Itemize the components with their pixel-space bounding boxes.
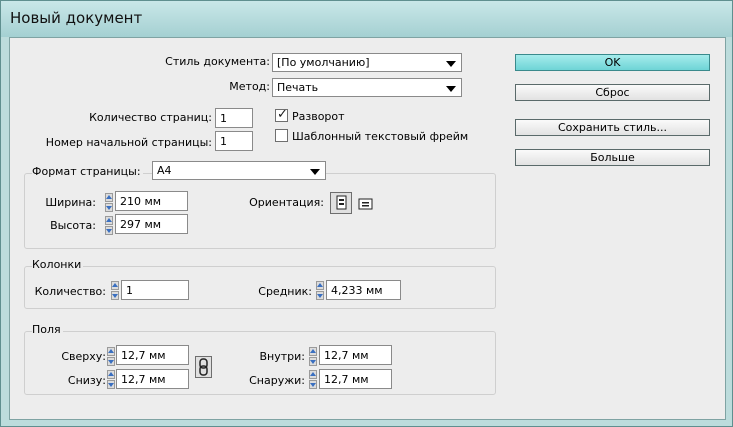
width-input[interactable]: 210 мм	[115, 191, 188, 211]
pages-count-label: Количество страниц:	[89, 111, 212, 124]
master-text-frame-label: Шаблонный текстовый фрейм	[292, 130, 469, 143]
margin-top-stepper[interactable]	[107, 347, 115, 366]
save-style-button[interactable]: Сохранить стиль...	[515, 119, 710, 136]
decrement-icon[interactable]	[105, 226, 113, 235]
document-style-value: [По умолчанию]	[277, 56, 370, 69]
page-size-value: A4	[157, 164, 172, 177]
margin-outside-label: Снаружи:	[249, 374, 305, 387]
decrement-icon[interactable]	[316, 291, 324, 300]
column-count-stepper[interactable]	[111, 281, 119, 300]
decrement-icon[interactable]	[105, 203, 113, 212]
method-value: Печать	[277, 81, 319, 94]
start-page-input[interactable]: 1	[215, 131, 253, 151]
margin-top-input[interactable]: 12,7 мм	[116, 345, 189, 365]
margin-inside-input[interactable]: 12,7 мм	[319, 345, 392, 365]
page-size-group	[24, 173, 496, 249]
method-label: Метод:	[229, 80, 270, 93]
page-size-label: Формат страницы:	[32, 165, 143, 178]
increment-icon[interactable]	[107, 347, 115, 356]
width-label: Ширина:	[45, 196, 96, 209]
landscape-icon	[358, 198, 373, 210]
gutter-label: Средник:	[258, 285, 312, 298]
decrement-icon[interactable]	[309, 357, 317, 366]
facing-pages-label: Разворот	[292, 110, 345, 123]
link-margins-button[interactable]	[195, 356, 212, 378]
new-document-dialog: Новый документ Стиль документа: [По умол…	[0, 0, 733, 427]
decrement-icon[interactable]	[107, 357, 115, 366]
document-style-label: Стиль документа:	[165, 55, 270, 68]
dialog-content: Стиль документа: [По умолчанию] Метод: П…	[9, 37, 726, 420]
width-stepper[interactable]	[105, 193, 113, 212]
margin-outside-input[interactable]: 12,7 мм	[319, 369, 392, 389]
increment-icon[interactable]	[309, 370, 317, 379]
column-count-label: Количество:	[34, 285, 106, 298]
gutter-stepper[interactable]	[316, 281, 324, 300]
title-bar[interactable]: Новый документ	[1, 1, 732, 37]
landscape-orientation-button[interactable]	[356, 194, 376, 214]
chevron-down-icon	[446, 86, 456, 92]
decrement-icon[interactable]	[309, 380, 317, 389]
height-label: Высота:	[50, 219, 96, 232]
facing-pages-checkbox[interactable]: ✓	[275, 107, 288, 122]
dialog-title: Новый документ	[10, 9, 143, 27]
margin-bottom-input[interactable]: 12,7 мм	[116, 369, 189, 389]
column-count-input[interactable]: 1	[121, 280, 189, 300]
height-input[interactable]: 297 мм	[115, 214, 188, 234]
portrait-icon	[336, 195, 347, 210]
increment-icon[interactable]	[107, 370, 115, 379]
chevron-down-icon	[446, 61, 456, 67]
increment-icon[interactable]	[316, 281, 324, 290]
margin-inside-label: Внутри:	[259, 350, 306, 363]
pages-count-input[interactable]: 1	[215, 108, 253, 128]
start-page-label: Номер начальной страницы:	[45, 136, 212, 149]
portrait-orientation-button[interactable]	[330, 192, 352, 214]
margin-bottom-label: Снизу:	[67, 374, 106, 387]
margin-inside-stepper[interactable]	[309, 347, 317, 366]
columns-section-title: Колонки	[32, 258, 84, 271]
orientation-label: Ориентация:	[249, 196, 324, 209]
checkmark-icon: ✓	[277, 107, 288, 122]
chain-link-icon	[199, 358, 208, 376]
reset-button[interactable]: Сброс	[515, 84, 710, 101]
master-text-frame-checkbox[interactable]	[275, 129, 288, 142]
margin-bottom-stepper[interactable]	[107, 370, 115, 389]
more-options-button[interactable]: Больше	[515, 149, 710, 166]
method-dropdown[interactable]: Печать	[272, 78, 462, 97]
increment-icon[interactable]	[105, 216, 113, 225]
margins-section-title: Поля	[32, 323, 63, 336]
ok-button[interactable]: OK	[515, 54, 710, 71]
height-stepper[interactable]	[105, 216, 113, 235]
document-style-dropdown[interactable]: [По умолчанию]	[272, 53, 462, 72]
gutter-input[interactable]: 4,233 мм	[326, 280, 401, 300]
page-size-dropdown[interactable]: A4	[152, 161, 326, 180]
increment-icon[interactable]	[309, 347, 317, 356]
margin-top-label: Сверху:	[61, 350, 106, 363]
increment-icon[interactable]	[105, 193, 113, 202]
chevron-down-icon	[310, 169, 320, 175]
decrement-icon[interactable]	[111, 291, 119, 300]
increment-icon[interactable]	[111, 281, 119, 290]
decrement-icon[interactable]	[107, 380, 115, 389]
margin-outside-stepper[interactable]	[309, 370, 317, 389]
